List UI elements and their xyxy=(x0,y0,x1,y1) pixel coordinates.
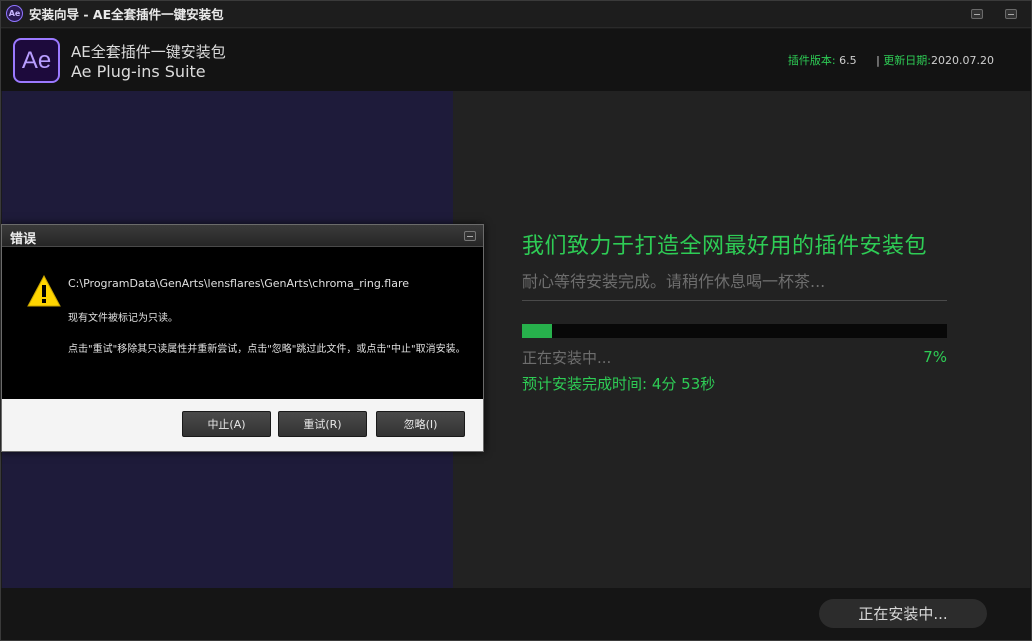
dialog-minimize-button[interactable] xyxy=(464,231,476,241)
app-header: Ae AE全套插件一键安装包 Ae Plug-ins Suite 插件版本: 6… xyxy=(0,29,1032,91)
update-date-label: 更新日期: xyxy=(883,54,932,67)
eta-label: 预计安装完成时间: xyxy=(522,375,648,393)
subline: 耐心等待安装完成。请稍作休息喝一杯茶... xyxy=(522,272,826,291)
window-control-button[interactable] xyxy=(1005,9,1017,19)
error-dialog: 错误 C:\ProgramData\GenArts\lensflares\Gen… xyxy=(1,224,484,452)
dialog-title: 错误 xyxy=(10,232,37,247)
error-message: 现有文件被标记为只读。 xyxy=(68,313,178,324)
ignore-button[interactable]: 忽略(I) xyxy=(376,411,465,437)
warning-icon xyxy=(27,275,61,307)
version-label: 插件版本: xyxy=(787,54,836,67)
error-instructions: 点击"重试"移除其只读属性并重新尝试，点击"忽略"跳过此文件，或点击"中止"取消… xyxy=(68,344,466,355)
eta-text: 预计安装完成时间: 4分 53秒 xyxy=(522,373,715,394)
update-date-value: 2020.07.20 xyxy=(931,54,994,67)
dialog-button-area: 中止(A) 重试(R) 忽略(I) xyxy=(2,399,483,451)
progress-panel xyxy=(453,91,1030,588)
install-progress-bar xyxy=(522,324,947,338)
install-status: 正在安装中... xyxy=(522,349,612,367)
error-file-path: C:\ProgramData\GenArts\lensflares\GenArt… xyxy=(68,277,410,290)
version-info: 插件版本: 6.5 | 更新日期:2020.07.20 xyxy=(788,52,994,68)
version-value: 6.5 xyxy=(839,54,857,67)
installing-button[interactable]: 正在安装中... xyxy=(819,599,987,628)
progress-percent: 7% xyxy=(923,348,947,366)
progress-fill xyxy=(522,324,552,338)
retry-button[interactable]: 重试(R) xyxy=(278,411,367,437)
eta-value: 4分 53秒 xyxy=(651,375,716,393)
app-name-english: Ae Plug-ins Suite xyxy=(71,62,206,81)
minimize-button[interactable] xyxy=(971,9,983,19)
headline: 我们致力于打造全网最好用的插件安装包 xyxy=(522,234,928,259)
app-name-chinese: AE全套插件一键安装包 xyxy=(71,43,226,61)
ae-logo-icon: Ae xyxy=(13,38,60,83)
app-icon: Ae xyxy=(6,5,23,22)
dialog-titlebar[interactable]: 错误 xyxy=(2,225,483,247)
abort-button[interactable]: 中止(A) xyxy=(182,411,271,437)
window-titlebar[interactable]: Ae 安装向导 - AE全套插件一键安装包 xyxy=(0,0,1032,28)
window-title: 安装向导 - AE全套插件一键安装包 xyxy=(29,7,224,22)
divider xyxy=(522,300,947,301)
version-separator: | xyxy=(876,54,880,67)
